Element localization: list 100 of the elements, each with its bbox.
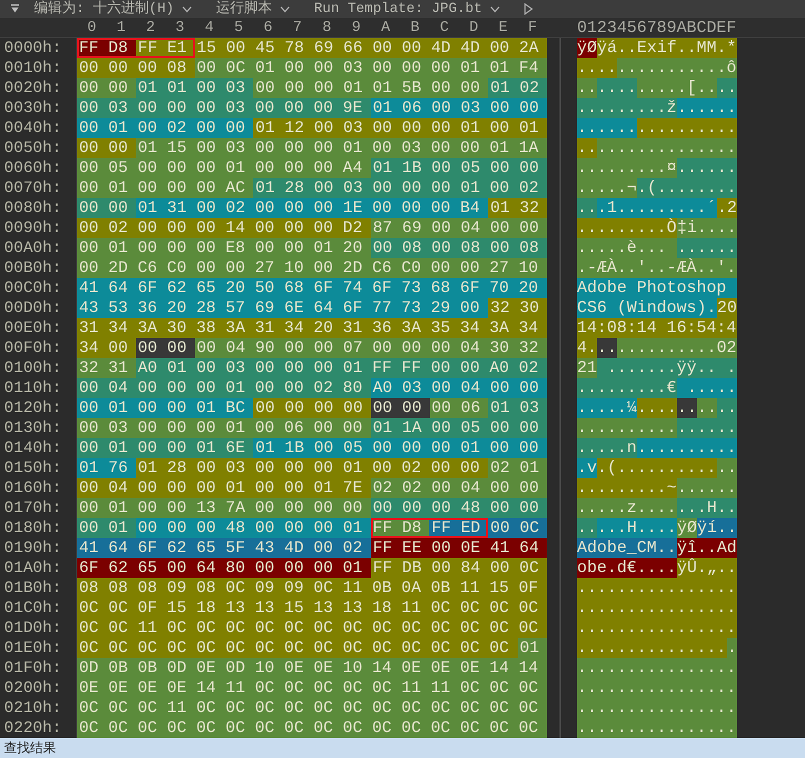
hex-bytes: 0E 0E 0E 0E 14 11 0C 0C 0C 0C 0C 11 11 0C 0C 0C [77, 678, 547, 698]
ascii-text: ................ [577, 618, 737, 638]
offset-label: 0010h: [3, 58, 63, 78]
hex-bytes: 0C 0C 0C 0C 0C 0C 0C 0C 0C 0C 0C 0C 0C 0C 0C [77, 638, 518, 658]
collapse-icon[interactable] [10, 4, 20, 14]
ascii-text: .. [697, 398, 717, 418]
ascii-text: ...H.. [677, 498, 737, 518]
ascii-text: .....[.. [637, 78, 717, 98]
ascii-text: .........€ [577, 378, 677, 398]
ascii-text: ...... [577, 118, 637, 138]
offset-label: 0130h: [3, 418, 63, 438]
hex-bytes: 01 1B 00 05 00 00 [370, 158, 547, 178]
hex-bytes: FF DB 00 84 00 0C [370, 558, 547, 578]
ascii-text: ...... [677, 158, 737, 178]
offset-label: 00B0h: [3, 258, 63, 278]
hex-bytes: 01 1A 00 05 00 00 [370, 418, 547, 438]
ascii-text: .(........ [637, 178, 737, 198]
hex-bytes: 32 30 [488, 298, 547, 318]
ascii-text: .. [597, 338, 617, 358]
run-button[interactable] [524, 3, 534, 15]
ascii-text: ...........ô [617, 58, 737, 78]
offset-label: 01D0h: [3, 618, 63, 638]
ascii-text: .........¤ [577, 158, 677, 178]
offset-label: 0170h: [3, 498, 63, 518]
offset-label: 01E0h: [3, 638, 63, 658]
hex-bytes: 01 02 [488, 78, 547, 98]
offset-label: 0200h: [3, 678, 63, 698]
toolbar-dropdown[interactable]: 编辑为: 十六进制(H) [34, 0, 192, 20]
ascii-text: .. [717, 78, 737, 98]
hex-bytes: 00 0C [488, 518, 547, 538]
ascii-text: .....è... [577, 238, 677, 258]
hex-bytes: 00 00 [77, 78, 136, 98]
chevron-down-icon [280, 6, 290, 12]
hex-bytes: 01 03 [488, 398, 547, 418]
hex-bytes: 00 01 00 00 00 E8 00 00 01 20 [77, 238, 371, 258]
hex-bytes: 02 01 [488, 458, 547, 478]
ascii-text: .......... [637, 118, 737, 138]
hex-bytes: 0C 0C 11 0C 0C 0C 0C 0C 0C 0C 0C 0C 0C 0C 0C 0C [77, 618, 547, 638]
panel-title: 查找结果 [3, 740, 56, 758]
hex-bytes: 0D 0B 0B 0D 0E 0D 10 0E 0E 10 14 0E 0E 0E 14 14 [77, 658, 547, 678]
ascii-text: ..... [677, 378, 737, 398]
hex-bytes: 01 1B 00 05 00 00 00 01 00 00 [253, 438, 547, 458]
hex-bytes: 00 02 00 00 00 14 00 00 00 D2 [77, 218, 371, 238]
ascii-text: ............... [577, 638, 727, 658]
toolbar-dropdown[interactable]: 运行脚本 [216, 0, 290, 20]
ascii-text: .............. [597, 138, 737, 158]
column-header: 5 [233, 19, 244, 37]
hex-bytes: 08 08 08 09 08 0C 09 09 0C 11 0B 0A 0B 11 15 0F [77, 578, 547, 598]
hex-bytes: 00 01 00 00 13 7A 00 00 00 00 [77, 498, 371, 518]
ascii-text: .2 [717, 198, 737, 218]
offset-label: 0020h: [3, 78, 63, 98]
hex-bytes: 01 76 [77, 458, 136, 478]
hex-bytes: 00 03 00 00 00 03 00 00 00 9E [77, 98, 371, 118]
ascii-text: ..Exif..MM.* [617, 38, 737, 58]
ascii-text: .. [577, 78, 597, 98]
ascii-text: .-ÆÀ..'..-ÆÀ..'. [577, 258, 737, 278]
ascii-text: ...... [677, 98, 737, 118]
hex-bytes: 00 01 00 00 01 6E [77, 438, 254, 458]
hex-bytes: FF EE 00 0E 41 64 [370, 538, 547, 558]
ascii-text: .........~ [577, 478, 677, 498]
column-header: 0123456789ABCDEF [577, 19, 736, 37]
hex-bytes: 00 00 00 00 [253, 398, 371, 418]
hex-bytes: 00 01 00 00 01 BC [77, 398, 254, 418]
column-header: F [527, 19, 538, 37]
ascii-text: obe.d€.... [577, 558, 677, 578]
hex-bytes: 0C 0C 0F 15 18 13 13 15 13 13 18 11 0C 0C 0C 0C [77, 598, 547, 618]
toolbar-dropdown[interactable]: Run Template: JPG.bt [314, 0, 500, 20]
ascii-text: ................ [577, 598, 737, 618]
offset-label: 0090h: [3, 218, 63, 238]
hex-bytes: 01 15 00 03 00 00 00 01 00 03 00 00 01 1A [136, 138, 547, 158]
column-header: 4 [204, 19, 215, 37]
ascii-text: ...... [677, 238, 737, 258]
hex-bytes: 00 0C 01 00 00 03 00 00 00 01 01 F4 [194, 58, 547, 78]
offset-label: 0110h: [3, 378, 63, 398]
hex-bytes: 00 00 00 48 00 00 [370, 498, 547, 518]
hex-bytes: 6F 62 65 00 64 80 00 00 00 01 [77, 558, 371, 578]
column-header: 7 [292, 19, 303, 37]
column-header: D [468, 19, 480, 37]
hex-bytes: 01 01 00 03 [136, 78, 254, 98]
ascii-text: ...... [677, 478, 737, 498]
chevron-down-icon [182, 6, 192, 12]
column-header: 9 [350, 19, 362, 37]
ascii-text: ................ [577, 718, 737, 738]
ascii-text: .....¬ [577, 178, 637, 198]
offset-label: 0000h: [3, 38, 63, 58]
hex-bytes: 00 00 [370, 398, 430, 418]
ascii-text: 20 [717, 298, 737, 318]
ascii-text: .........Ò [577, 218, 677, 238]
hex-bytes: 0C 0C 0C 11 0C 0C 0C 0C 0C 0C 0C 0C 0C 0C 0C 0C [77, 698, 547, 718]
ascii-text: .. [717, 398, 737, 418]
hex-bytes: 01 28 00 03 00 00 00 01 00 02 [253, 178, 547, 198]
ascii-text: Adobe_CM.. [577, 538, 677, 558]
hex-bytes: 43 53 36 20 28 57 69 6E 64 6F 77 73 29 00 [77, 298, 488, 318]
hex-bytes: 01 06 00 03 00 00 [370, 98, 547, 118]
hex-bytes: 00 03 00 00 00 01 00 06 00 00 [77, 418, 371, 438]
ascii-text: .. [717, 518, 737, 538]
offset-label: 0150h: [3, 458, 63, 478]
hex-bytes: 01 31 00 02 00 00 00 1E 00 00 00 B4 [136, 198, 488, 218]
hex-bytes: 00 01 00 02 00 00 [77, 118, 254, 138]
hex-bytes: 00 00 [136, 338, 194, 358]
